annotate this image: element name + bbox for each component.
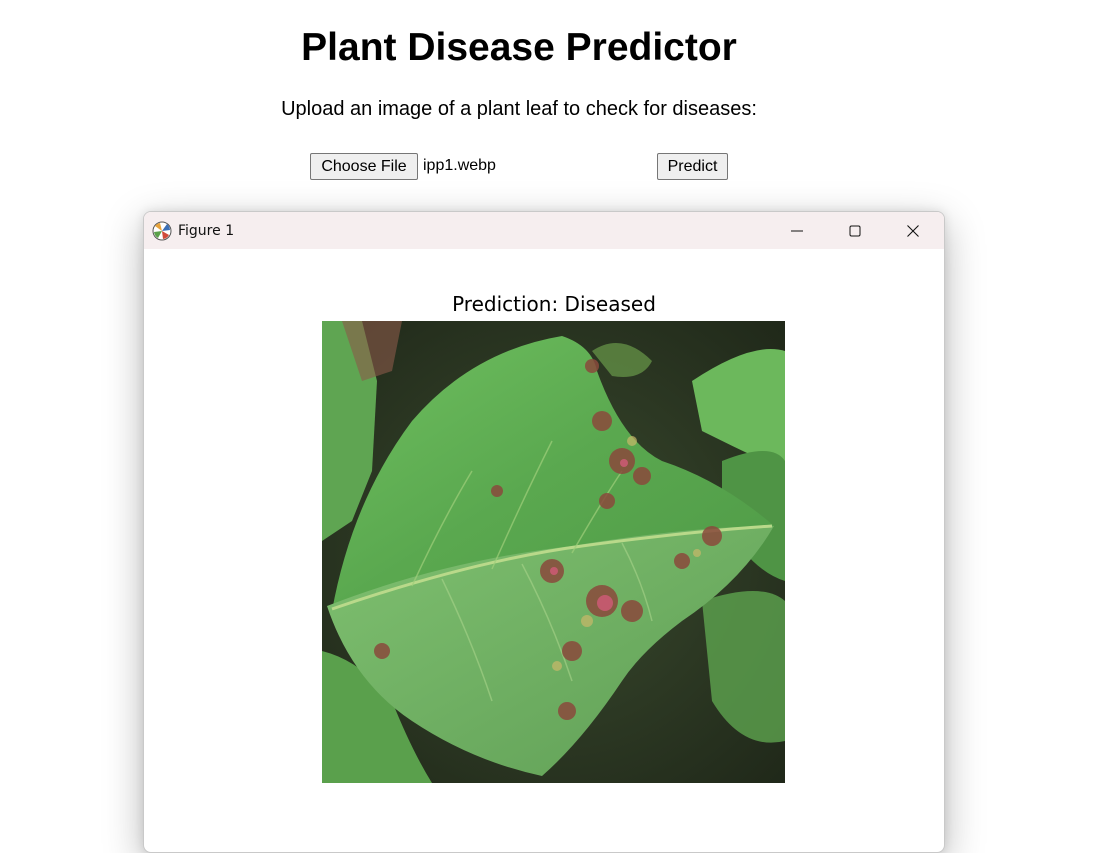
predict-button[interactable]: Predict: [657, 153, 728, 180]
matplotlib-icon: [152, 221, 172, 241]
page-title: Plant Disease Predictor: [301, 26, 737, 69]
figure-window-title: Figure 1: [178, 223, 235, 239]
page-subtitle: Upload an image of a plant leaf to check…: [281, 98, 757, 120]
maximize-button[interactable]: [826, 212, 884, 249]
minimize-button[interactable]: [768, 212, 826, 249]
leaf-image: [322, 321, 785, 783]
figure-window: Figure 1 Prediction: Diseased: [143, 211, 945, 853]
figure-titlebar[interactable]: Figure 1: [144, 212, 944, 249]
close-button[interactable]: [884, 212, 942, 249]
close-icon: [907, 224, 919, 237]
upload-form: Choose File ipp1.webp Predict: [310, 153, 730, 180]
prediction-title: Prediction: Diseased: [452, 292, 656, 316]
maximize-icon: [849, 225, 861, 236]
minimize-icon: [791, 230, 803, 231]
selected-file-name: ipp1.webp: [423, 157, 496, 174]
choose-file-button[interactable]: Choose File: [310, 153, 418, 180]
